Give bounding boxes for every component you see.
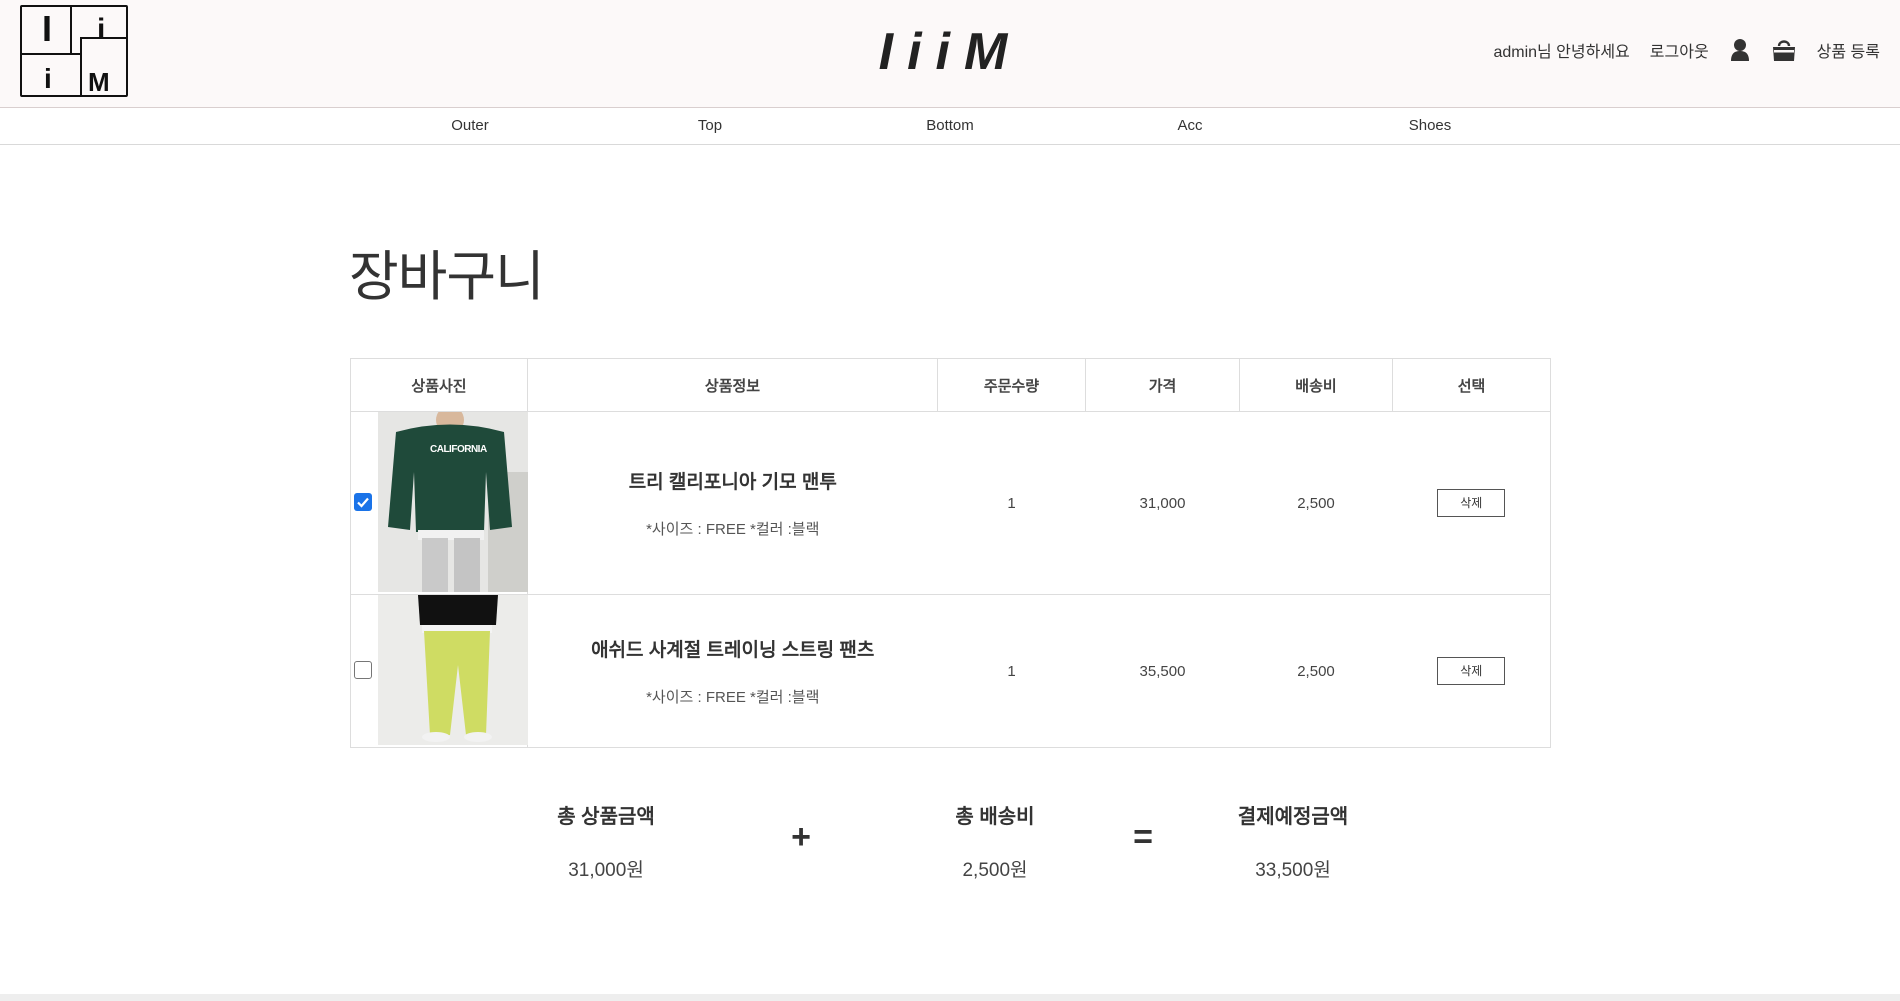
footer-bar <box>0 994 1900 1001</box>
payment-total: 결제예정금액 33,500원 <box>1183 800 1403 882</box>
product-name[interactable]: 트리 캘리포니아 기모 맨투 <box>529 467 937 494</box>
nav-item-shoes[interactable]: Shoes <box>1330 117 1530 134</box>
product-info-cell: 애쉬드 사계절 트레이닝 스트링 팬츠 *사이즈 : FREE *컬러 :블랙 <box>527 594 938 748</box>
equals-sign: = <box>1133 818 1153 856</box>
select-item-checkbox[interactable] <box>354 661 372 679</box>
quantity-cell: 1 <box>937 594 1086 748</box>
quantity-cell: 1 <box>937 411 1086 595</box>
payment-total-value: 33,500원 <box>1255 860 1331 881</box>
product-option: *사이즈 : FREE *컬러 :블랙 <box>646 689 820 706</box>
product-photo-cell <box>350 594 528 748</box>
total-shipping-value: 2,500원 <box>962 860 1028 881</box>
nav-item-acc[interactable]: Acc <box>1090 117 1290 134</box>
select-item-checkbox[interactable] <box>354 493 372 511</box>
total-products-value: 31,000원 <box>568 860 644 881</box>
logout-link[interactable]: 로그아웃 <box>1650 38 1709 62</box>
product-info-cell: 트리 캘리포니아 기모 맨투 *사이즈 : FREE *컬러 :블랙 <box>527 411 938 595</box>
page-title: 장바구니 <box>349 247 545 307</box>
total-products-label: 총 상품금액 <box>557 806 655 828</box>
delete-button[interactable]: 삭제 <box>1437 489 1506 517</box>
product-image-print: CALIFORNIA <box>430 444 487 455</box>
product-option: *사이즈 : FREE *컬러 :블랙 <box>646 521 820 538</box>
total-products: 총 상품금액 31,000원 <box>496 800 716 882</box>
nav-item-bottom[interactable]: Bottom <box>850 117 1050 134</box>
user-icon[interactable] <box>1729 38 1751 62</box>
nav-item-outer[interactable]: Outer <box>370 117 570 134</box>
price-cell: 31,000 <box>1085 411 1240 595</box>
delete-button[interactable]: 삭제 <box>1437 657 1506 685</box>
user-utility-menu: admin님 안녕하세요 로그아웃 상품 등록 <box>1473 38 1880 62</box>
product-image[interactable]: CALIFORNIA <box>378 412 528 592</box>
greeting-text: admin님 안녕하세요 <box>1493 44 1630 61</box>
column-header: 선택 <box>1392 358 1551 412</box>
shipping-cell: 2,500 <box>1239 594 1393 748</box>
cart-item-row: 애쉬드 사계절 트레이닝 스트링 팬츠 *사이즈 : FREE *컬러 :블랙 … <box>350 594 1551 748</box>
select-cell: 삭제 <box>1392 411 1551 595</box>
shipping-cell: 2,500 <box>1239 411 1393 595</box>
column-header: 주문수량 <box>937 358 1086 412</box>
total-shipping: 총 배송비 2,500원 <box>885 800 1105 882</box>
cart-item-row: CALIFORNIA 트리 캘리포니아 기모 맨투 *사이즈 : FREE *컬… <box>350 411 1551 595</box>
site-header: I i i M IiiM admin님 안녕하세요 로그아웃 상품 등록 <box>0 0 1900 108</box>
column-header: 상품정보 <box>527 358 938 412</box>
payment-total-label: 결제예정금액 <box>1237 806 1349 828</box>
cart-table: 상품사진 상품정보 주문수량 가격 배송비 선택 CALIFORNIA 트리 캘… <box>350 358 1551 748</box>
column-header: 배송비 <box>1239 358 1393 412</box>
category-nav: Outer Top Bottom Acc Shoes <box>0 108 1900 145</box>
nav-item-top[interactable]: Top <box>610 117 810 134</box>
column-header: 상품사진 <box>350 358 528 412</box>
total-shipping-label: 총 배송비 <box>955 806 1035 828</box>
shopping-bag-icon[interactable] <box>1771 38 1797 62</box>
column-header: 가격 <box>1085 358 1240 412</box>
product-image[interactable] <box>378 595 528 745</box>
plus-sign: + <box>791 818 811 856</box>
price-cell: 35,500 <box>1085 594 1240 748</box>
product-name[interactable]: 애쉬드 사계절 트레이닝 스트링 팬츠 <box>529 635 937 662</box>
register-product-link[interactable]: 상품 등록 <box>1817 38 1880 62</box>
select-cell: 삭제 <box>1392 594 1551 748</box>
product-photo-cell: CALIFORNIA <box>350 411 528 595</box>
table-header-row: 상품사진 상품정보 주문수량 가격 배송비 선택 <box>350 358 1551 412</box>
